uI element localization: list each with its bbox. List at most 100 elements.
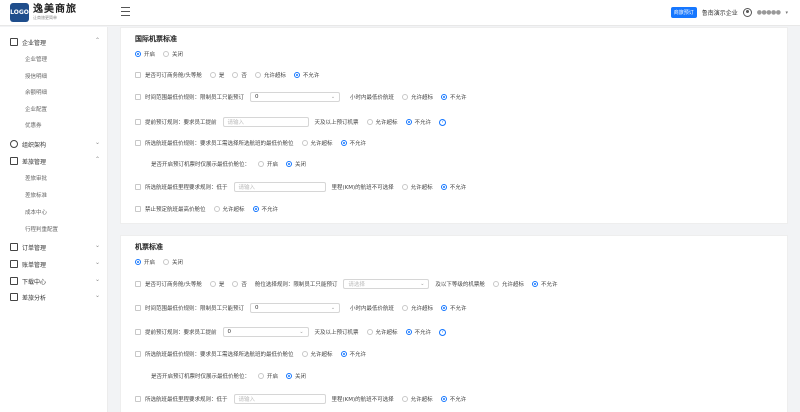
allow-over-radio[interactable] <box>492 281 499 287</box>
top-header: LOGO 逸美商旅 让商旅更简单 商旅预订 鲁南演示企业 ●●●●● ▾ <box>0 0 800 26</box>
enable-radio[interactable] <box>135 259 141 265</box>
lowest-price-checkbox[interactable] <box>135 351 141 357</box>
username[interactable]: ●●●●● <box>757 9 781 16</box>
disable-radio[interactable] <box>163 259 170 265</box>
open-radio[interactable] <box>258 161 265 167</box>
sidebar-group-travel[interactable]: 差旅管理 ⌃ <box>10 155 102 167</box>
business-class-checkbox[interactable] <box>135 281 141 287</box>
sidebar-item-enterprise[interactable]: 企业管理 <box>25 55 47 65</box>
disable-radio[interactable] <box>163 51 170 57</box>
disallow-radio[interactable] <box>440 184 447 190</box>
disallow-radio[interactable] <box>252 206 259 212</box>
lowest-price-checkbox[interactable] <box>135 140 141 146</box>
main-content: 国际机票标准 开启 关闭 是否可订商务舱/头等舱 是 否 允许超标 不允许 时间… <box>114 27 794 412</box>
business-class-checkbox[interactable] <box>135 72 141 78</box>
chevron-down-icon: ⌄ <box>94 139 100 146</box>
time-range-checkbox[interactable] <box>135 305 141 311</box>
allow-over-radio[interactable] <box>402 94 409 100</box>
mileage-input[interactable]: 请输入 <box>233 182 326 192</box>
advance-booking-row: 提前预订规则：要求员工提前 0 ⌄ 天及以上预订机票 允许超标 不允许 ? <box>135 327 447 337</box>
min-mileage-row: 所选航班最低里程要求规则：低于 请输入 里程(KM)的航班不可选择 允许超标 不… <box>135 182 466 192</box>
chevron-up-icon: ⌃ <box>94 37 100 44</box>
sidebar: 企业管理 ⌃ 企业管理 授信明细 余额明细 企业配置 优惠券 组织架构 ⌄ 差旅… <box>0 27 108 412</box>
disallow-radio[interactable] <box>441 94 448 100</box>
yes-radio[interactable] <box>209 72 216 78</box>
disallow-radio[interactable] <box>531 281 538 287</box>
user-avatar-icon[interactable] <box>742 8 752 17</box>
show-lowest-row: 是否开启预订机票时仅展示最低价舱位： 开启 关闭 <box>151 373 307 380</box>
sidebar-group-enterprise[interactable]: 企业管理 ⌃ <box>10 36 102 48</box>
allow-over-radio[interactable] <box>401 184 408 190</box>
sidebar-group-downloads[interactable]: 下载中心 ⌄ <box>10 275 102 287</box>
business-class-row: 是否可订商务舱/头等舱 是 否 舱位选择规则：限制员工只能预订 请选择 ⌄ 及以下… <box>135 279 557 289</box>
disallow-radio[interactable] <box>340 351 347 357</box>
advance-days-select[interactable]: 0 ⌄ <box>222 327 309 337</box>
logo-subtitle: 让商旅更简单 <box>33 15 57 20</box>
allow-over-radio[interactable] <box>366 119 373 125</box>
advance-booking-row: 提前预订规则：要求员工提前 请输入 天及以上预订机票 允许超标 不允许 ? <box>135 117 447 127</box>
sidebar-item-standard[interactable]: 差旅标准 <box>25 191 47 201</box>
help-icon[interactable]: ? <box>439 328 447 336</box>
logo[interactable]: LOGO 逸美商旅 让商旅更简单 <box>10 3 77 22</box>
chevron-down-icon: ⌄ <box>94 242 100 249</box>
chevron-down-icon: ⌄ <box>330 94 336 100</box>
lowest-price-row: 所选航班最低价规则：要求员工需选择所选航班的最低价舱位 允许超标 不允许 <box>135 138 366 148</box>
advance-booking-checkbox[interactable] <box>135 329 141 335</box>
sidebar-group-analysis[interactable]: 差旅分析 ⌄ <box>10 291 102 303</box>
show-lowest-row: 是否开启预订机票时仅展示最低价舱位： 开启 关闭 <box>151 161 307 168</box>
order-icon <box>10 243 18 251</box>
allow-over-radio[interactable] <box>401 396 408 402</box>
time-range-checkbox[interactable] <box>135 94 141 100</box>
sidebar-item-balance[interactable]: 余额明细 <box>25 88 47 98</box>
menu-toggle-icon[interactable] <box>121 7 130 16</box>
help-icon[interactable]: ? <box>439 118 447 126</box>
allow-over-radio[interactable] <box>301 140 308 146</box>
allow-over-radio[interactable] <box>213 206 220 212</box>
disallow-radio[interactable] <box>441 305 448 311</box>
enable-radio[interactable] <box>135 51 141 57</box>
hours-select[interactable]: 0 ⌄ <box>250 303 341 313</box>
allow-over-radio[interactable] <box>254 72 261 78</box>
sidebar-item-credit[interactable]: 授信明细 <box>25 72 47 82</box>
sidebar-group-orders[interactable]: 订单管理 ⌄ <box>10 241 102 253</box>
disallow-radio[interactable] <box>405 329 412 335</box>
min-mileage-checkbox[interactable] <box>135 396 141 402</box>
chevron-down-icon: ⌄ <box>94 292 100 299</box>
disallow-radio[interactable] <box>440 396 447 402</box>
disallow-radio[interactable] <box>340 140 347 146</box>
building-icon <box>10 38 18 46</box>
close-radio[interactable] <box>286 161 293 167</box>
no-radio[interactable] <box>232 281 239 287</box>
sidebar-item-dedupe[interactable]: 行程判重配置 <box>25 225 58 235</box>
flight-standard-card: 机票标准 开启 关闭 是否可订商务舱/头等舱 是 否 舱位选择规则：限制员工只能… <box>120 235 788 412</box>
close-radio[interactable] <box>286 373 293 379</box>
mileage-input[interactable]: 请输入 <box>233 394 326 404</box>
chevron-down-icon: ⌄ <box>94 276 100 283</box>
chevron-down-icon[interactable]: ▾ <box>785 10 788 16</box>
allow-over-radio[interactable] <box>402 305 409 311</box>
sidebar-group-bills[interactable]: 账单管理 ⌄ <box>10 258 102 270</box>
advance-booking-checkbox[interactable] <box>135 119 141 125</box>
sidebar-item-cost-center[interactable]: 成本中心 <box>25 208 47 218</box>
ban-highest-row: 禁止预定航班最高价舱位 允许超标 不允许 <box>135 204 278 214</box>
sidebar-item-approval[interactable]: 差旅审批 <box>25 174 47 184</box>
cabin-select[interactable]: 请选择 ⌄ <box>343 279 430 289</box>
hours-select[interactable]: 0 ⌄ <box>250 92 341 102</box>
bill-icon <box>10 260 18 268</box>
booking-badge-button[interactable]: 商旅预订 <box>670 7 697 18</box>
disallow-radio[interactable] <box>293 72 300 78</box>
yes-radio[interactable] <box>209 281 216 287</box>
min-mileage-checkbox[interactable] <box>135 184 141 190</box>
ban-highest-checkbox[interactable] <box>135 206 141 212</box>
open-radio[interactable] <box>258 373 265 379</box>
disallow-radio[interactable] <box>405 119 412 125</box>
allow-over-radio[interactable] <box>366 329 373 335</box>
chart-icon <box>10 293 18 301</box>
allow-over-radio[interactable] <box>301 351 308 357</box>
card-title: 机票标准 <box>135 243 163 251</box>
advance-days-input[interactable]: 请输入 <box>222 117 309 127</box>
sidebar-item-config[interactable]: 企业配置 <box>25 105 47 115</box>
no-radio[interactable] <box>232 72 239 78</box>
sidebar-group-org[interactable]: 组织架构 ⌄ <box>10 138 102 150</box>
sidebar-item-coupon[interactable]: 优惠券 <box>25 121 42 131</box>
